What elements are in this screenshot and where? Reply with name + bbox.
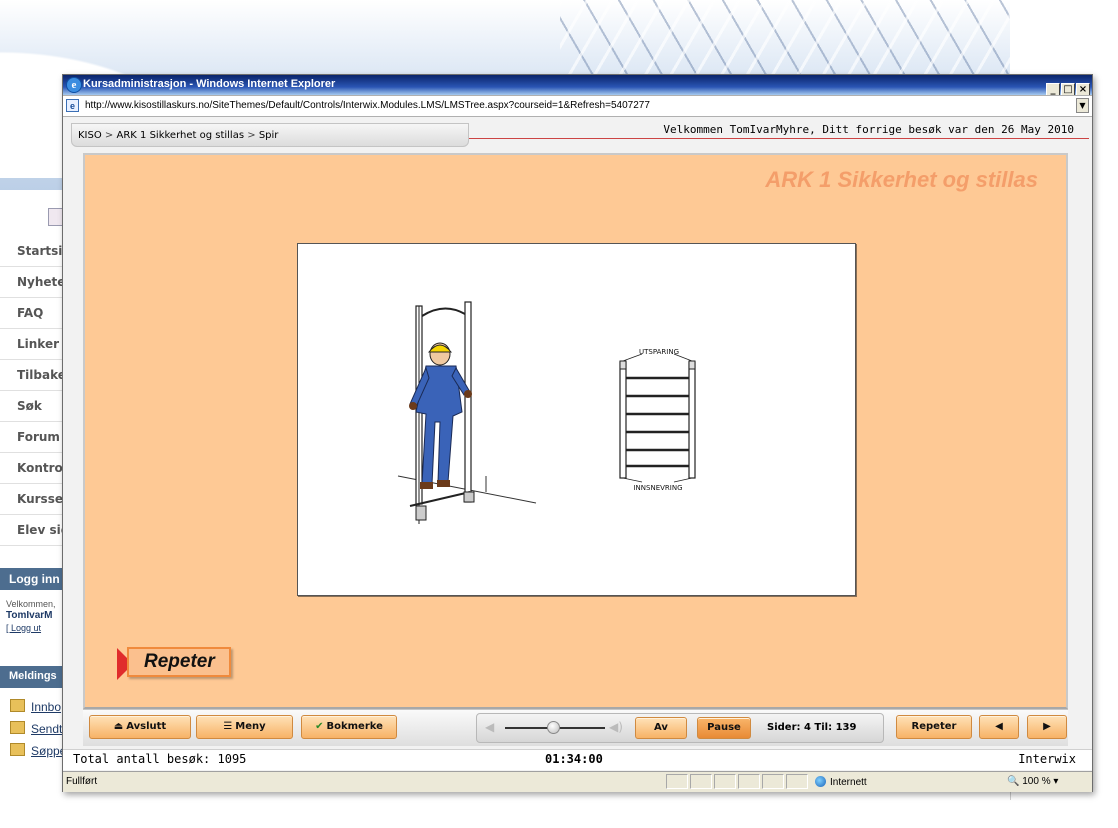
page-icon: e — [66, 99, 79, 112]
zoom-icon: 🔍 — [1007, 776, 1020, 787]
nav-item-kontroll[interactable]: Kontrol — [0, 453, 70, 484]
nav-item-startside[interactable]: Startsid — [0, 236, 71, 267]
title-bar[interactable]: e Kursadministrasjon - Windows Internet … — [63, 75, 1092, 96]
ie-window: e Kursadministrasjon - Windows Internet … — [62, 74, 1093, 792]
previous-button[interactable]: ◀ — [979, 715, 1019, 739]
brand-label: Interwix — [1018, 752, 1076, 766]
player-controls: ⏏ Avslutt ☰ Meny ✔ Bokmerke ◀ ◀) Av Pause S… — [83, 709, 1068, 746]
audio-panel: ◀ ◀) Av Pause Sider: 4 Til: 139 — [476, 713, 884, 743]
nav-item-linker[interactable]: Linker — [0, 329, 70, 360]
diagram-label-bottom: INNSNEVRING — [633, 484, 682, 492]
nav-item-nyheter[interactable]: Nyheter — [0, 267, 71, 298]
repeat-button[interactable]: Repeter — [896, 715, 972, 739]
diagram-label-top: UTSPARING — [639, 348, 679, 356]
bookmark-label: Bokmerke — [326, 721, 383, 732]
window-title: Kursadministrasjon - Windows Internet Ex… — [83, 78, 336, 90]
sent-icon — [10, 721, 25, 734]
breadcrumb-separator: > — [247, 130, 256, 141]
menu-icon: ☰ — [223, 721, 233, 732]
login-header: Logg inn — [0, 568, 70, 590]
lms-content: KISO > ARK 1 Sikkerhet og stillas > Spir… — [63, 117, 1092, 771]
volume-slider-knob[interactable] — [547, 721, 560, 734]
exit-label: Avslutt — [126, 721, 167, 732]
status-segment — [738, 774, 760, 789]
checkmark-icon: ✔ — [315, 721, 324, 732]
logout-link[interactable]: [ Logg ut — [6, 623, 41, 633]
nav-item-sok[interactable]: Søk — [0, 391, 70, 422]
address-dropdown-button[interactable]: ▼ — [1076, 98, 1089, 113]
login-welcome: Velkommen, TomIvarM [ Logg ut — [6, 598, 56, 634]
breadcrumb-item-kiso[interactable]: KISO — [78, 130, 102, 141]
left-arrow-icon: ◀ — [995, 721, 1003, 732]
url-text[interactable]: http://www.kisostillaskurs.no/SiteThemes… — [85, 100, 650, 111]
course-status-row: Total antall besøk: 1095 01:34:00 Interw… — [63, 749, 1092, 770]
nav-item-faq[interactable]: FAQ — [0, 298, 70, 329]
trash-icon — [10, 743, 25, 756]
status-segment — [714, 774, 736, 789]
menu-button[interactable]: ☰ Meny — [196, 715, 293, 739]
breadcrumb-item-course[interactable]: ARK 1 Sikkerhet og stillas — [117, 130, 245, 141]
right-arrow-icon: ▶ — [1043, 721, 1051, 732]
inbox-label: Innbo — [31, 700, 62, 714]
nav-item-elev-side[interactable]: Elev sid — [0, 515, 70, 546]
breadcrumb-separator: > — [104, 130, 114, 141]
nav-item-tilbakemelding[interactable]: Tilbaker — [0, 360, 72, 391]
window-controls: _ □ × — [1045, 77, 1090, 96]
header-divider — [469, 138, 1089, 139]
total-visits: Total antall besøk: 1095 — [73, 752, 247, 766]
lesson-illustration: UTSPARING INNSNEVRING — [297, 243, 856, 596]
sound-off-button[interactable]: Av — [635, 717, 687, 739]
pause-button[interactable]: Pause — [697, 717, 751, 739]
status-segment — [762, 774, 784, 789]
globe-icon — [815, 776, 826, 787]
breadcrumb: KISO > ARK 1 Sikkerhet og stillas > Spir — [71, 123, 469, 147]
background-nav: Startsid Nyheter FAQ Linker Tilbaker Søk… — [0, 236, 72, 546]
menu-label: Meny — [235, 721, 266, 732]
status-text: Fullført — [66, 776, 98, 787]
inbox-icon — [10, 699, 25, 712]
status-segment — [690, 774, 712, 789]
nav-item-forum[interactable]: Forum — [0, 422, 70, 453]
messages-header: Meldings — [0, 666, 70, 688]
session-timer: 01:34:00 — [545, 752, 603, 766]
zone-label: Internett — [830, 777, 867, 788]
lesson-stage: ARK 1 Sikkerhet og stillas UTSPARING INN… — [83, 153, 1068, 709]
volume-mute-icon[interactable]: ◀ — [485, 720, 494, 734]
status-segment — [666, 774, 688, 789]
zoom-label: 100 % — [1022, 776, 1051, 787]
address-bar[interactable]: e http://www.kisostillaskurs.no/SiteThem… — [63, 95, 1092, 117]
breadcrumb-item-current: Spir — [258, 130, 279, 141]
inbox-link[interactable]: Innbo — [10, 696, 66, 718]
status-segment — [786, 774, 808, 789]
security-zone[interactable]: Internett — [815, 776, 867, 788]
message-links: Innbo Sendt Søppe — [10, 696, 66, 762]
bookmark-button[interactable]: ✔ Bokmerke — [301, 715, 397, 739]
ie-logo-icon: e — [66, 77, 82, 93]
welcome-message: Velkommen TomIvarMyhre, Ditt forrige bes… — [663, 123, 1074, 136]
repeter-button[interactable]: Repeter — [117, 647, 231, 681]
ie-status-bar: Fullført Internett 🔍 100 % ▾ — [63, 771, 1092, 792]
nav-item-kursserie[interactable]: Kursser — [0, 484, 70, 515]
worker-scaffold-drawing: UTSPARING INNSNEVRING — [397, 301, 696, 524]
eject-icon: ⏏ — [113, 721, 124, 732]
repeter-label: Repeter — [127, 647, 231, 677]
sent-label: Sendt — [31, 722, 63, 736]
sent-link[interactable]: Sendt — [10, 718, 66, 740]
volume-loud-icon[interactable]: ◀) — [609, 720, 623, 734]
page-counter: Sider: 4 Til: 139 — [767, 722, 857, 733]
welcome-prefix: Velkommen, — [6, 599, 56, 609]
trash-link[interactable]: Søppe — [10, 740, 66, 762]
username: TomIvarM — [6, 610, 53, 621]
next-button[interactable]: ▶ — [1027, 715, 1067, 739]
exit-button[interactable]: ⏏ Avslutt — [89, 715, 191, 739]
lesson-title: ARK 1 Sikkerhet og stillas — [765, 167, 1038, 192]
zoom-control[interactable]: 🔍 100 % ▾ — [1007, 776, 1058, 787]
